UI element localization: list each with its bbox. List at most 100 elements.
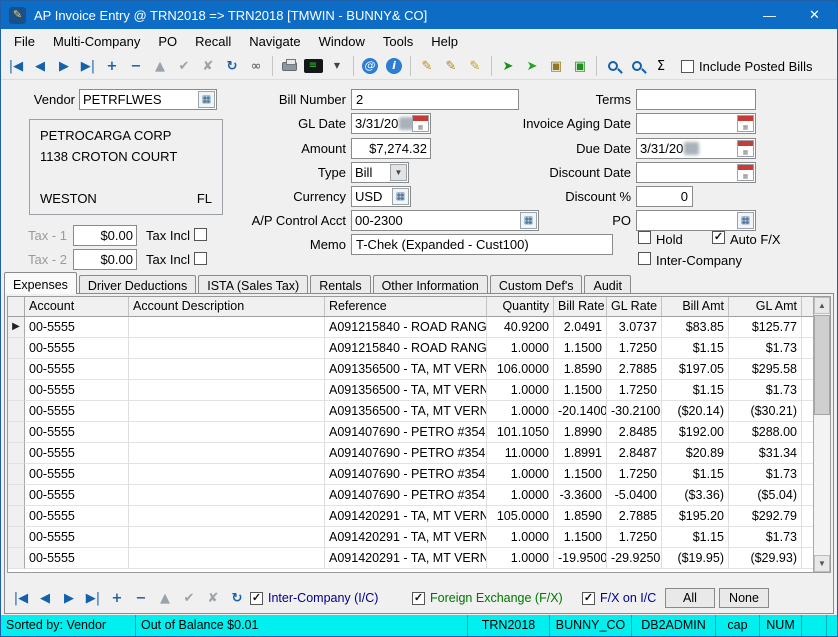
terms-input[interactable] <box>636 89 756 110</box>
bill-number-input[interactable] <box>351 89 519 110</box>
currency-lookup-icon[interactable]: ▦ <box>392 188 409 205</box>
table-row[interactable]: 00-5555A091420291 - TA, MT VERNON1.0000-… <box>8 548 820 569</box>
footer-check-f-x-on-i-c[interactable]: ✓F/X on I/C <box>582 591 656 605</box>
type-select[interactable]: Bill ▼ <box>351 162 409 183</box>
grid-refresh-button[interactable]: ↻ <box>225 587 249 610</box>
grid-nav-last-button[interactable]: ▶| <box>81 587 105 610</box>
table-row[interactable]: 00-5555A091407690 - PETRO #354, J1.00001… <box>8 464 820 485</box>
nav-next-button[interactable]: ▶ <box>52 55 76 78</box>
discount-date-field[interactable]: ▦ <box>636 162 756 183</box>
terminal-button[interactable]: ≡ <box>301 55 325 78</box>
nav-first-button[interactable]: |◀ <box>4 55 28 78</box>
table-row[interactable]: 00-5555A091407690 - PETRO #354, J1.0000-… <box>8 485 820 506</box>
discount-date-calendar-icon[interactable]: ▦ <box>737 164 754 181</box>
grid-add-row-button[interactable]: + <box>105 587 129 610</box>
grid-nav-next-button[interactable]: ▶ <box>57 587 81 610</box>
scroll-down-icon[interactable]: ▼ <box>814 555 830 572</box>
grid-cancel-button[interactable]: ✘ <box>201 587 225 610</box>
vertical-scrollbar[interactable]: ▲ ▼ <box>813 297 830 572</box>
tax2-incl-checkbox[interactable] <box>194 252 207 265</box>
refresh-button[interactable]: ↻ <box>220 55 244 78</box>
currency-field[interactable]: USD ▦ <box>351 186 411 207</box>
table-row[interactable]: 00-5555A091407690 - PETRO #354, J11.0000… <box>8 443 820 464</box>
include-posted-bills-checkbox[interactable]: Include Posted Bills <box>681 59 812 74</box>
inter-company-checkbox[interactable] <box>638 252 651 265</box>
find-document-button[interactable] <box>601 55 625 78</box>
menu-item-recall[interactable]: Recall <box>186 31 240 52</box>
vendor-lookup-icon[interactable]: ▦ <box>198 91 215 108</box>
note-stamp-button[interactable]: ✎ <box>439 55 463 78</box>
sum-button[interactable]: Σ <box>649 55 673 78</box>
auto-fx-checkbox[interactable]: ✓ <box>712 231 725 244</box>
table-row[interactable]: 00-5555A091356500 - TA, MT VERNON106.000… <box>8 359 820 380</box>
vendor-field[interactable]: PETRFLWES ▦ <box>79 89 217 110</box>
gl-date-field[interactable]: 3/31/20 ▦ <box>351 113 431 134</box>
delete-record-button[interactable]: − <box>124 55 148 78</box>
minimize-button[interactable]: — <box>747 1 792 29</box>
scroll-thumb[interactable] <box>814 315 830 415</box>
tab-other-information[interactable]: Other Information <box>373 275 488 294</box>
gl-date-calendar-icon[interactable]: ▦ <box>412 115 429 132</box>
footer-check-foreign-exchange-f-x[interactable]: ✓Foreign Exchange (F/X) <box>412 591 563 605</box>
menu-item-multi-company[interactable]: Multi-Company <box>44 31 149 52</box>
tab-audit[interactable]: Audit <box>584 275 631 294</box>
grid-nav-first-button[interactable]: |◀ <box>9 587 33 610</box>
tab-expenses[interactable]: Expenses <box>4 272 77 294</box>
menu-item-help[interactable]: Help <box>422 31 467 52</box>
tab-custom-def-s[interactable]: Custom Def's <box>490 275 583 294</box>
menu-item-po[interactable]: PO <box>149 31 186 52</box>
grid-move-up-button[interactable]: ▲ <box>153 587 177 610</box>
none-button[interactable]: None <box>719 588 769 608</box>
footer-check-inter-company-i-c[interactable]: ✓Inter-Company (I/C) <box>250 591 378 605</box>
tab-ista-sales-tax[interactable]: ISTA (Sales Tax) <box>198 275 308 294</box>
info-button[interactable]: i <box>382 55 406 78</box>
tax2-field[interactable]: $0.00 <box>73 249 137 270</box>
invoice-aging-date-field[interactable]: ▦ <box>636 113 756 134</box>
batch-button[interactable]: ▣ <box>568 55 592 78</box>
menu-item-window[interactable]: Window <box>310 31 374 52</box>
tab-rentals[interactable]: Rentals <box>310 275 370 294</box>
invoice-aging-calendar-icon[interactable]: ▦ <box>737 115 754 132</box>
print-button[interactable] <box>277 55 301 78</box>
po-lookup-icon[interactable]: ▦ <box>737 212 754 229</box>
table-row[interactable]: 00-5555A091420291 - TA, MT VERNON1.00001… <box>8 527 820 548</box>
nav-prev-button[interactable]: ◀ <box>28 55 52 78</box>
terminal-dropdown-button[interactable]: ▼ <box>325 55 349 78</box>
accept-changes-button[interactable]: ✔ <box>172 55 196 78</box>
note-flag-button[interactable]: ✎ <box>463 55 487 78</box>
discount-pct-input[interactable] <box>636 186 693 207</box>
find-button[interactable] <box>625 55 649 78</box>
table-row[interactable]: 00-5555A091356500 - TA, MT VERNON1.0000-… <box>8 401 820 422</box>
table-row[interactable]: 00-5555A091407690 - PETRO #354, J101.105… <box>8 422 820 443</box>
due-date-field[interactable]: 3/31/20 ▦ <box>636 138 756 159</box>
grid-nav-prev-button[interactable]: ◀ <box>33 587 57 610</box>
package-button[interactable]: ▣ <box>544 55 568 78</box>
table-row[interactable]: 00-5555A091215840 - ROAD RANGER1.00001.1… <box>8 338 820 359</box>
type-dropdown-icon[interactable]: ▼ <box>390 164 407 181</box>
tax1-incl-checkbox[interactable] <box>194 228 207 241</box>
all-button[interactable]: All <box>665 588 715 608</box>
tab-driver-deductions[interactable]: Driver Deductions <box>79 275 196 294</box>
web-button[interactable]: @ <box>358 55 382 78</box>
table-row[interactable]: 00-5555A091356500 - TA, MT VERNON1.00001… <box>8 380 820 401</box>
hold-checkbox[interactable] <box>638 231 651 244</box>
due-date-calendar-icon[interactable]: ▦ <box>737 140 754 157</box>
tax1-field[interactable]: $0.00 <box>73 225 137 246</box>
table-row[interactable]: ▶00-5555A091215840 - ROAD RANGER40.92002… <box>8 317 820 338</box>
table-row[interactable]: 00-5555A091420291 - TA, MT VERNON105.000… <box>8 506 820 527</box>
move-up-button[interactable]: ▲ <box>148 55 172 78</box>
menu-item-tools[interactable]: Tools <box>374 31 422 52</box>
note-edit-button[interactable]: ✎ <box>415 55 439 78</box>
view-glasses-button[interactable]: ∞ <box>244 55 268 78</box>
memo-input[interactable] <box>351 234 613 255</box>
post-button[interactable]: ➤ <box>496 55 520 78</box>
add-record-button[interactable]: + <box>100 55 124 78</box>
close-button[interactable]: ✕ <box>792 1 837 29</box>
grid-delete-row-button[interactable]: − <box>129 587 153 610</box>
menu-item-file[interactable]: File <box>5 31 44 52</box>
amount-field[interactable]: $7,274.32 <box>351 138 431 159</box>
po-field[interactable]: ▦ <box>636 210 756 231</box>
nav-last-button[interactable]: ▶| <box>76 55 100 78</box>
menu-item-navigate[interactable]: Navigate <box>240 31 309 52</box>
grid-accept-button[interactable]: ✔ <box>177 587 201 610</box>
